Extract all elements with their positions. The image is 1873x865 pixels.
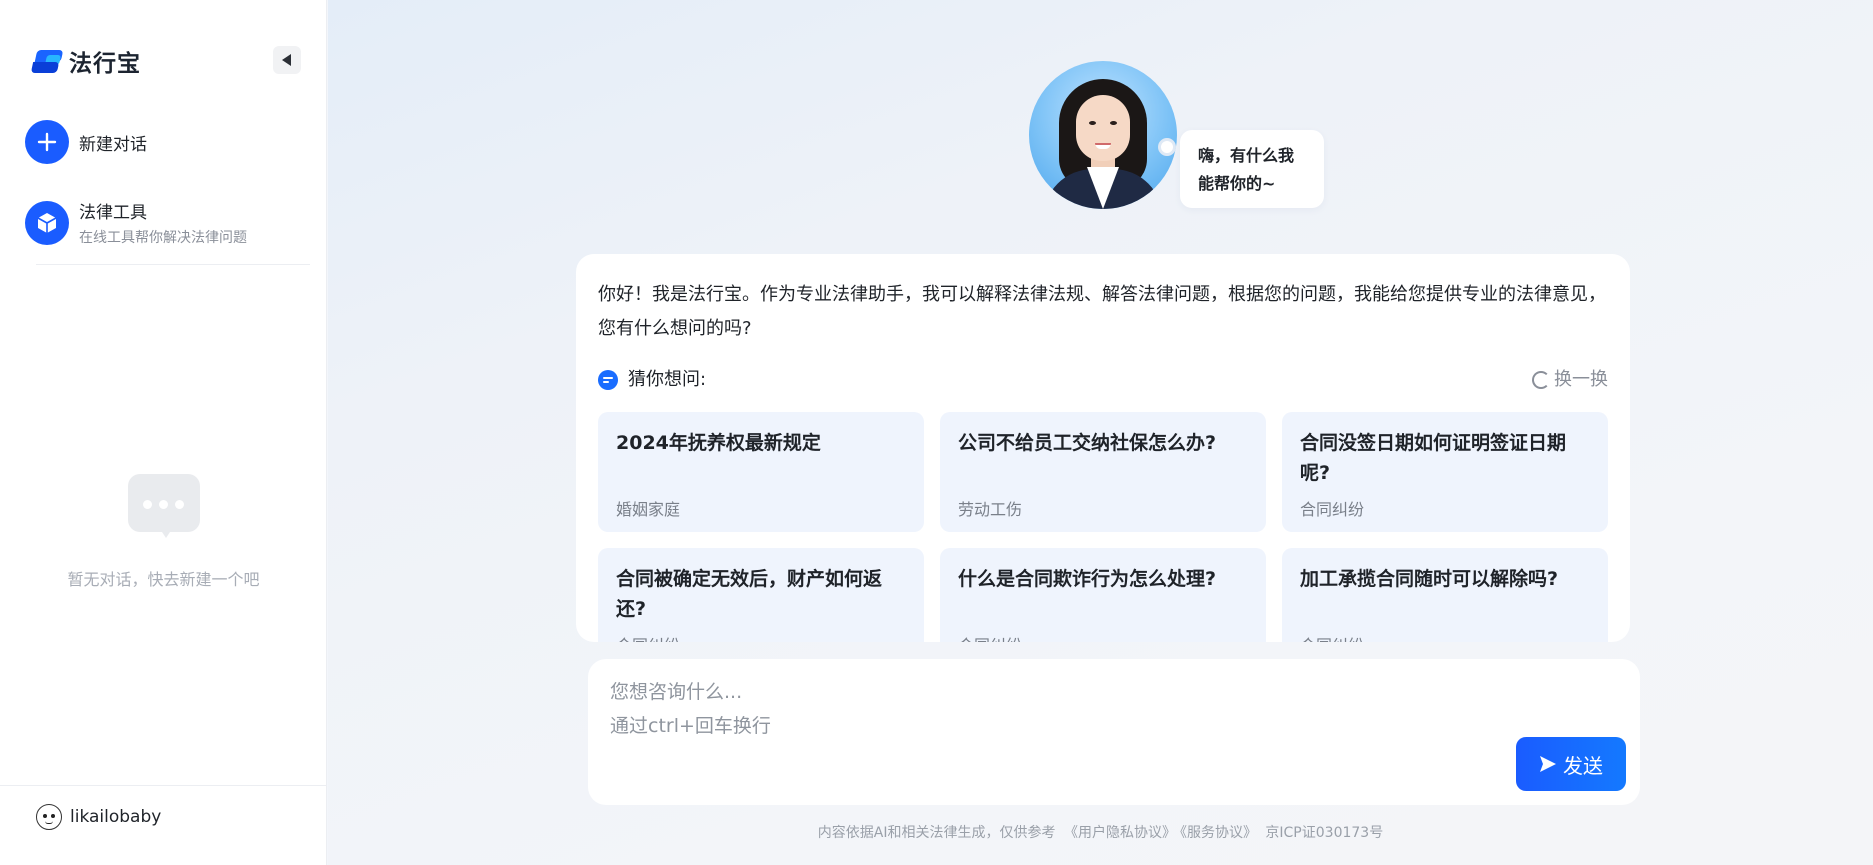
divider [0,785,327,786]
send-label: 发送 [1563,755,1603,778]
greeting-bubble: 嗨，有什么我 能帮你的~ [1180,130,1324,208]
suggestion-card[interactable]: 合同被确定无效后，财产如何返还? 合同纠纷 [598,548,924,642]
suggestion-card[interactable]: 什么是合同欺诈行为怎么处理? 合同纠纷 [940,548,1266,642]
placeholder-line-2: 通过ctrl+回车换行 [610,715,771,737]
collapse-sidebar-button[interactable] [273,46,301,74]
refresh-icon [1532,371,1550,389]
send-icon [1540,756,1556,772]
refresh-button[interactable]: 换一换 [1532,366,1608,394]
footer-disclaimer: 内容依据AI和相关法律生成，仅供参考 [817,825,1056,841]
suggestion-tag: 婚姻家庭 [616,500,681,519]
suggestion-tag: 劳动工伤 [958,500,1023,519]
greeting-line-1: 嗨，有什么我 [1198,146,1295,165]
empty-state-text: 暂无对话，快去新建一个吧 [67,570,260,589]
suggestion-tag: 合同纠纷 [1300,500,1365,519]
refresh-label: 换一换 [1554,369,1608,390]
suggestion-title: 合同没签日期如何证明签证日期呢? [1300,432,1567,484]
suggestion-title: 公司不给员工交纳社保怎么办? [958,432,1217,454]
legal-tools-item[interactable]: 法律工具 在线工具帮你解决法律问题 [25,198,247,247]
welcome-card: 你好！我是法行宝。作为专业法律助手，我可以解释法律法规、解答法律问题，根据您的问… [576,254,1630,642]
main-area: 嗨，有什么我 能帮你的~ 你好！我是法行宝。作为专业法律助手，我可以解释法律法规… [328,0,1873,865]
privacy-link[interactable]: 《用户隐私协议》 [1064,825,1176,841]
footer: 内容依据AI和相关法律生成，仅供参考 《用户隐私协议》 《服务协议》 京ICP证0… [328,822,1873,842]
suggestion-tag: 合同纠纷 [616,632,680,642]
placeholder-line-1: 您想咨询什么... [610,681,743,703]
plus-icon [25,120,69,164]
suggestion-card[interactable]: 2024年抚养权最新规定 婚姻家庭 [598,412,924,532]
online-status-dot [1158,138,1176,156]
chat-input[interactable]: 您想咨询什么... 通过ctrl+回车换行 发送 [588,659,1640,805]
user-name: likailobaby [70,807,162,827]
suggestions-header: 猜你想问: 换一换 [598,366,1608,394]
new-chat-label: 新建对话 [79,134,147,155]
suggestions-label: 猜你想问: [628,369,707,390]
sidebar: 法行宝 新建对话 法律工具 在线工具帮你解决法律问题 暂无对话，快去新建一个吧 [0,0,327,865]
send-button[interactable]: 发送 [1516,737,1626,791]
assistant-avatar [1029,61,1177,209]
chat-icon [598,370,618,390]
caret-left-icon [281,54,291,66]
suggestion-card[interactable]: 合同没签日期如何证明签证日期呢? 合同纠纷 [1282,412,1608,532]
brand[interactable]: 法行宝 [30,44,141,78]
empty-state: 暂无对话，快去新建一个吧 [0,474,327,590]
suggestion-title: 加工承揽合同随时可以解除吗? [1300,568,1559,590]
suggestion-title: 合同被确定无效后，财产如何返还? [616,568,883,620]
avatar [36,804,62,830]
suggestion-title: 2024年抚养权最新规定 [616,432,821,454]
cube-icon [25,200,69,245]
chat-input-placeholder: 您想咨询什么... 通过ctrl+回车换行 [610,675,771,743]
brand-name: 法行宝 [69,51,141,77]
legal-tools-title: 法律工具 [79,203,147,223]
suggestion-card[interactable]: 公司不给员工交纳社保怎么办? 劳动工伤 [940,412,1266,532]
icp-link[interactable]: 京ICP证030173号 [1265,825,1383,841]
intro-text: 你好！我是法行宝。作为专业法律助手，我可以解释法律法规、解答法律问题，根据您的问… [598,284,1606,339]
suggestion-card[interactable]: 加工承揽合同随时可以解除吗? 合同纠纷 [1282,548,1608,642]
suggestion-tag: 合同纠纷 [1300,632,1364,642]
brand-logo-icon [30,47,65,75]
greeting-line-2: 能帮你的~ [1198,174,1276,193]
divider [36,264,310,265]
user-profile[interactable]: likailobaby [36,804,161,830]
suggestion-tag: 合同纠纷 [958,632,1022,642]
suggestion-title: 什么是合同欺诈行为怎么处理? [958,568,1217,590]
legal-tools-subtitle: 在线工具帮你解决法律问题 [79,230,247,246]
new-chat-button[interactable]: 新建对话 [25,120,147,164]
service-link[interactable]: 《服务协议》 [1180,825,1257,841]
chat-bubble-icon [127,474,200,542]
